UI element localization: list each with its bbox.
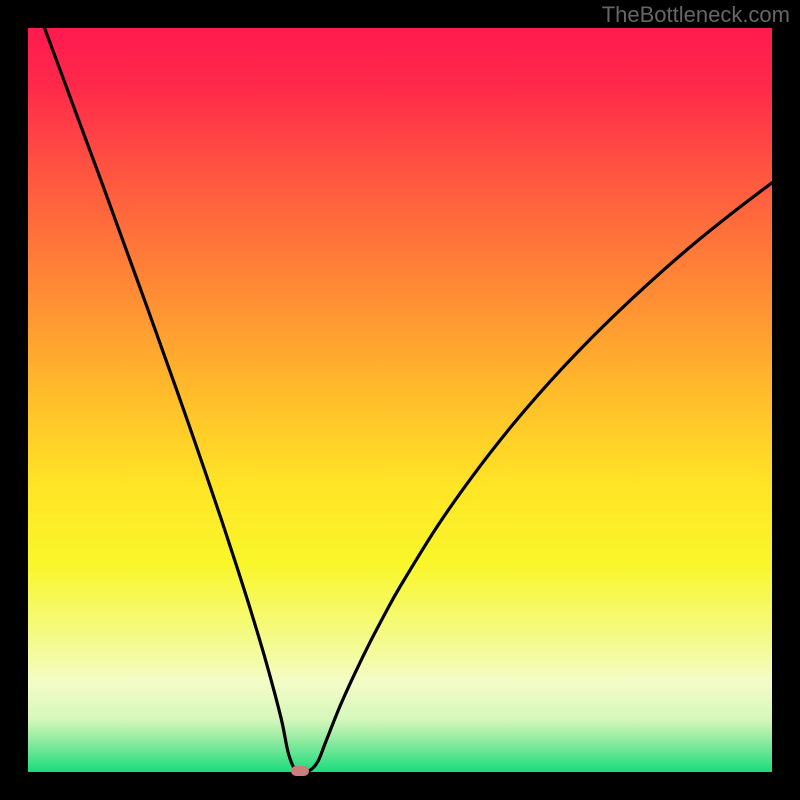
plot-area [28,28,772,772]
curve-line [28,28,772,772]
watermark-text: TheBottleneck.com [602,2,790,28]
chart-container: TheBottleneck.com [0,0,800,800]
minimum-marker [291,766,309,776]
